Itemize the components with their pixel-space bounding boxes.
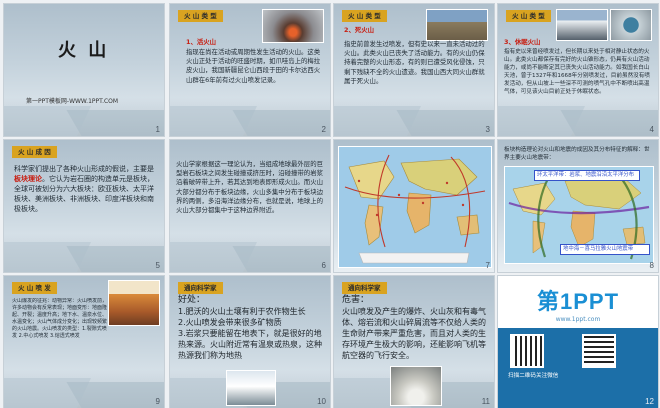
slide-number: 2 <box>321 125 326 134</box>
slide-heading: 好处： <box>178 295 206 305</box>
slide-thumbnail-11[interactable]: 通向科学家 危害： 火山喷发及产生的爆炸、火山灰和有毒气体、熔岩流和火山碎屑流等… <box>334 276 494 408</box>
slide-number: 4 <box>649 125 654 134</box>
slide-heading: 2、死火山 <box>344 26 375 34</box>
map-svg <box>344 154 486 264</box>
highlight-term: 板块理论 <box>14 175 42 183</box>
slide-number: 9 <box>155 397 160 406</box>
slide-number: 6 <box>321 261 326 270</box>
slide-number: 10 <box>317 397 326 406</box>
slide-thumbnail-3[interactable]: 火 山 类 型 2、死火山 指史前曾发生过喷发，但有史以来一直未活动过的火山。此… <box>334 4 494 136</box>
slide-heading: 危害： <box>342 295 370 305</box>
crater-lake-photo <box>610 9 652 41</box>
snow-volcano-photo <box>556 9 608 41</box>
slide-sorter: 火 山 第一PPT模板网-WWW.1PPT.COM 1 火 山 类 型 1、活火… <box>0 0 660 408</box>
world-plate-map <box>338 146 492 268</box>
qr-note: 扫描二维码关注微信 <box>508 373 559 379</box>
section-tag: 火 山 成 因 <box>12 146 57 158</box>
slide-heading: 1、活火山 <box>186 38 217 46</box>
benefit-item-1: 1.肥沃的火山土壤有利于农作物生长 <box>178 307 306 316</box>
brand-logo: 第1PPT <box>498 284 658 316</box>
section-tag: 火 山 类 型 <box>178 10 223 22</box>
geyser-photo <box>226 370 276 406</box>
slide-thumbnail-7[interactable]: 7 <box>334 140 494 272</box>
ash-eruption-photo <box>390 366 442 406</box>
slide-number: 12 <box>645 397 654 406</box>
section-tag: 火 山 类 型 <box>342 10 387 22</box>
dead-volcano-photo <box>426 9 488 41</box>
slide-credit: 第一PPT模板网-WWW.1PPT.COM <box>26 98 119 105</box>
slide-thumbnail-5[interactable]: 火 山 成 因 科学家们提出了各种火山形成的假说，主要是板块理论。它认为岩石圈的… <box>4 140 164 272</box>
slide-body: 指有史以来曾经喷发过，但长期以来处于相对静止状态的火山。此类火山都保存有完好的火… <box>504 49 650 95</box>
slide-number: 11 <box>481 397 490 406</box>
benefit-item-2: 2.火山喷发会带来很多矿物质 <box>178 318 282 327</box>
section-tag: 火 山 喷 发 <box>12 282 57 294</box>
slide-number: 8 <box>649 261 654 270</box>
brand-url: www.1ppt.com <box>555 316 601 323</box>
band-label-1: 环太平洋带：岩浆、地震沿沿太平洋分布 <box>534 170 640 181</box>
slide-body: 火山喷发及产生的爆炸、火山灰和有毒气体、熔岩流和火山碎屑流等不仅给人类的生命财产… <box>342 307 486 360</box>
band-label-2: 地中海－喜马拉雅火山地震带 <box>560 244 650 255</box>
slide-thumbnail-4[interactable]: 火 山 类 型 3、休眠火山 指有史以来曾经喷发过，但长期以来处于相对静止状态的… <box>498 4 658 136</box>
slide-thumbnail-1[interactable]: 火 山 第一PPT模板网-WWW.1PPT.COM 1 <box>4 4 164 136</box>
slide-thumbnail-10[interactable]: 通向科学家 好处： 1.肥沃的火山土壤有利于农作物生长 2.火山喷发会带来很多矿… <box>170 276 330 408</box>
brand-text: 第1PPT <box>536 289 620 314</box>
slide-intro: 板块构造理论对火山和地震的成因及其分布特征的解释：世界主要火山地震带： <box>504 147 650 161</box>
slide-thumbnail-8[interactable]: 板块构造理论对火山和地震的成因及其分布特征的解释：世界主要火山地震带： 环太平洋… <box>498 140 658 272</box>
slide-thumbnail-12[interactable]: 第1PPT www.1ppt.com 扫描二维码关注微信 12 <box>498 276 658 408</box>
slide-number: 1 <box>155 125 160 134</box>
slide-body: 指现在尚在活动或周期性发生活动的火山。这类火山正处于活动的旺盛时期，如爪哇岛上的… <box>186 48 321 84</box>
slide-number: 5 <box>155 261 160 270</box>
slide-body: 科学家们提出了各种火山形成的假说，主要是板块理论。它认为岩石圈的构造单元是板块，… <box>14 164 154 254</box>
qr-code-2 <box>582 334 616 368</box>
benefit-item-3: 3.岩浆只要能留在地表下，就是很好的地热来源。火山附近常有温泉或热泉，这种热源我… <box>178 329 322 360</box>
slide-body-text: 科学家们提出了各种火山形成的假说，主要是板块理论。它认为岩石圈的构造单元是板块，… <box>14 165 154 213</box>
slide-thumbnail-2[interactable]: 火 山 类 型 1、活火山 指现在尚在活动或周期性发生活动的火山。这类火山正处于… <box>170 4 330 136</box>
slide-title: 火 山 <box>58 40 110 61</box>
slide-number: 7 <box>485 261 490 270</box>
qr-code <box>510 334 544 368</box>
slide-body: 火山学家根据这一理论认为，当组成地球最外层的巨型岩石板块之间发生碰撞或挤压时，沿… <box>176 160 323 215</box>
section-tag: 火 山 类 型 <box>506 10 551 22</box>
slide-body: 指史前曾发生过喷发，但有史以来一直未活动过的火山。此类火山已丧失了活动能力。有的… <box>344 40 485 85</box>
slide-heading: 3、休眠火山 <box>504 38 541 46</box>
slide-body: 火山爆发的征兆：动物异常：火山喷发前，许多动物会有反常表现；地面变形：地面隆起、… <box>12 298 108 339</box>
volcano-eruption-photo <box>262 9 324 43</box>
volcano-diagram-photo <box>108 280 160 326</box>
slide-thumbnail-6[interactable]: 火山学家根据这一理论认为，当组成地球最外层的巨型岩石板块之间发生碰撞或挤压时，沿… <box>170 140 330 272</box>
section-tag: 通向科学家 <box>178 282 223 294</box>
slide-thumbnail-9[interactable]: 火 山 喷 发 火山爆发的征兆：动物异常：火山喷发前，许多动物会有反常表现；地面… <box>4 276 164 408</box>
slide-number: 3 <box>485 125 490 134</box>
section-tag: 通向科学家 <box>342 282 387 294</box>
